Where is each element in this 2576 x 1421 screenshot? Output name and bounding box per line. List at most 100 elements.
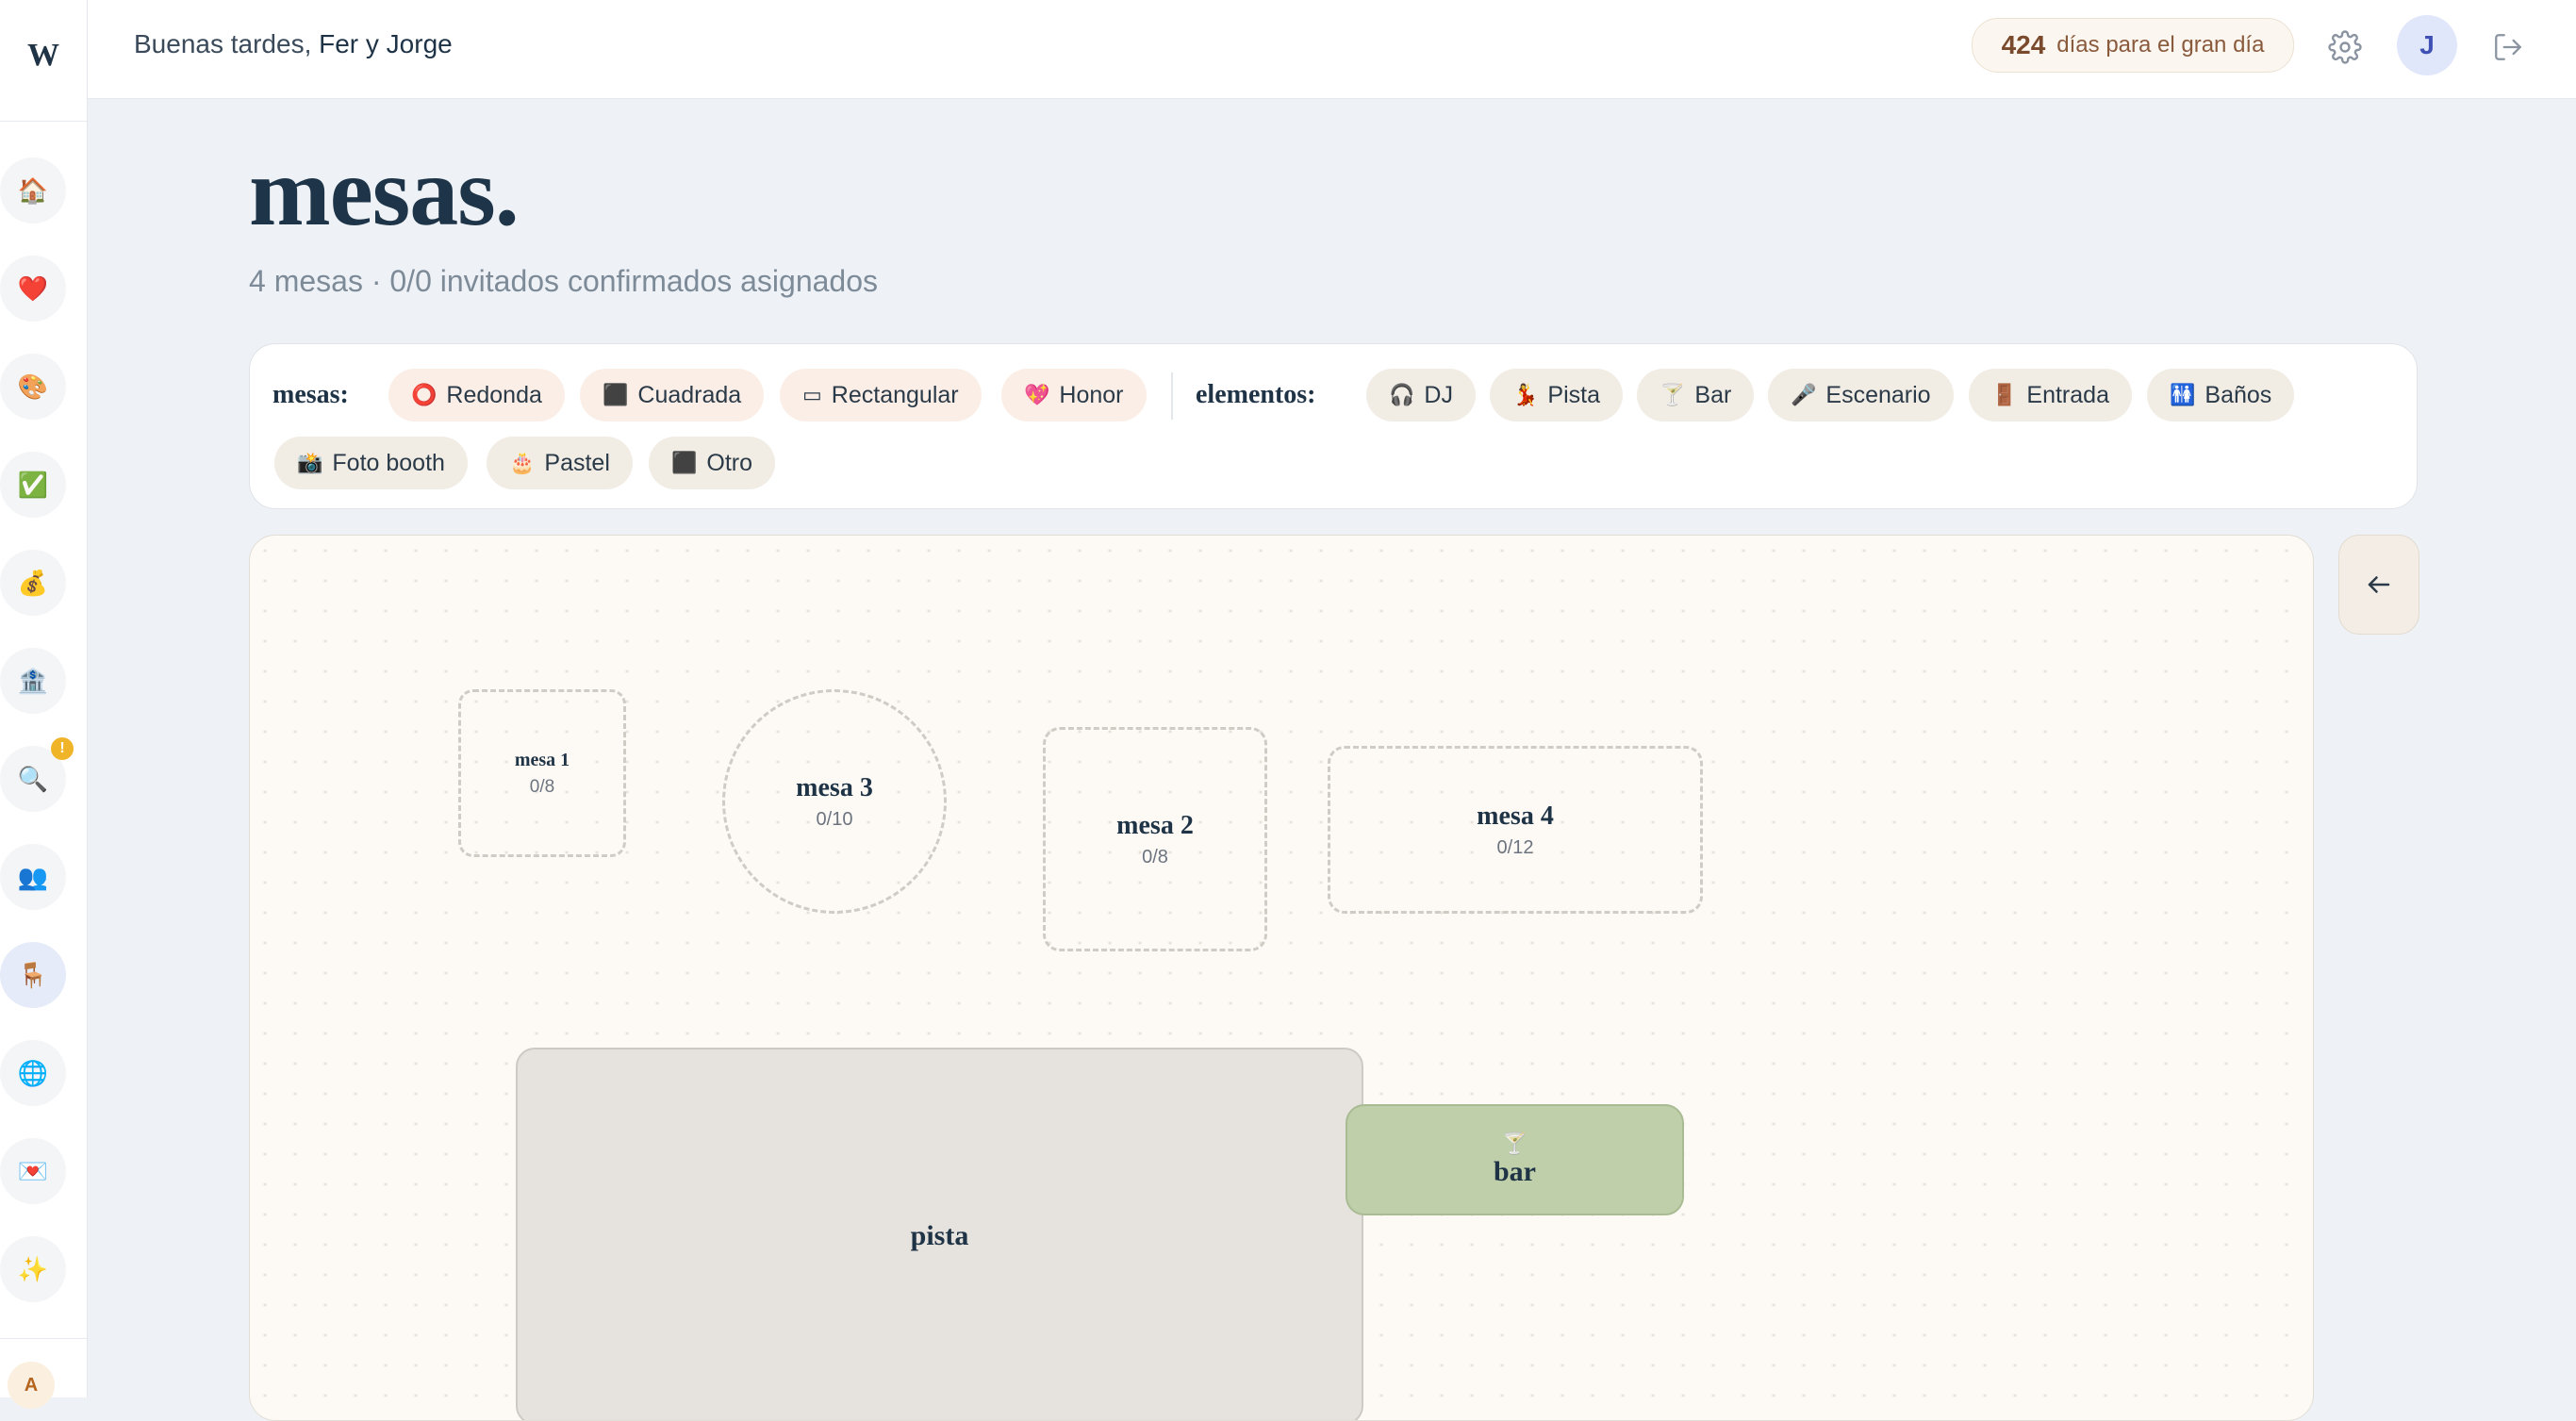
- people-icon: 👥: [17, 862, 49, 891]
- table-seat-count: 0/10: [816, 808, 853, 830]
- cocktail-icon: 🍸: [1501, 1132, 1528, 1155]
- element-name: pista: [910, 1220, 969, 1251]
- sparkles-icon: ✨: [17, 1254, 49, 1283]
- table-seat-count: 0/12: [1496, 836, 1534, 858]
- money-bag-icon: 💰: [17, 568, 49, 597]
- add-dancefloor-button[interactable]: 💃 Pista: [1490, 369, 1623, 421]
- square-icon: ⬛: [603, 383, 629, 406]
- camera-icon: 📸: [297, 451, 323, 474]
- chip-label: Entrada: [2026, 381, 2109, 408]
- user-chip[interactable]: A: [8, 1362, 55, 1409]
- dancer-icon: 💃: [1512, 383, 1539, 406]
- dancefloor-element[interactable]: pista: [516, 1048, 1363, 1420]
- seating-canvas[interactable]: mesa 1 0/8 mesa 3 0/10 mesa 2 0/8 mesa 4…: [249, 535, 2314, 1421]
- table-name: mesa 2: [1116, 810, 1194, 840]
- chip-label: Otro: [706, 449, 753, 476]
- sidebar-item-seating[interactable]: 🪑: [0, 942, 66, 1008]
- door-icon: 🚪: [1991, 383, 2018, 406]
- add-cake-button[interactable]: 🎂 Pastel: [487, 437, 633, 489]
- avatar[interactable]: J: [2397, 15, 2457, 75]
- chip-label: Pastel: [544, 449, 610, 476]
- search-icon: 🔍: [17, 764, 49, 793]
- notification-badge: !: [51, 737, 74, 760]
- add-bar-button[interactable]: 🍸 Bar: [1637, 369, 1755, 421]
- greeting: Buenas tardes, Fer y Jorge: [134, 29, 453, 59]
- heart-icon: 💖: [1024, 383, 1050, 406]
- bar-element[interactable]: 🍸 bar: [1346, 1104, 1684, 1215]
- chip-label: Escenario: [1825, 381, 1931, 408]
- add-round-table-button[interactable]: ⭕ Redonda: [388, 369, 565, 421]
- love-letter-icon: 💌: [17, 1156, 49, 1185]
- add-square-table-button[interactable]: ⬛ Cuadrada: [580, 369, 765, 421]
- chip-label: Redonda: [446, 381, 542, 408]
- square-icon: ⬛: [671, 451, 698, 474]
- chip-label: Baños: [2204, 381, 2272, 408]
- add-rectangular-table-button[interactable]: ▭ Rectangular: [780, 369, 982, 421]
- sidebar-item-extras[interactable]: ✨: [0, 1236, 66, 1302]
- countdown-text: días para el gran día: [2056, 32, 2265, 58]
- checklist-icon: ✅: [17, 470, 49, 499]
- table-name: mesa 3: [796, 772, 873, 802]
- sidebar-item-home[interactable]: 🏠: [0, 157, 66, 223]
- chip-label: DJ: [1424, 381, 1453, 408]
- table-name: mesa 1: [514, 749, 570, 770]
- table-seat-count: 0/8: [1142, 846, 1168, 867]
- sidebar-divider: [0, 121, 87, 122]
- couple-names: Fer y Jorge: [319, 29, 453, 58]
- sidebar-item-heart[interactable]: ❤️: [0, 256, 66, 322]
- table-seat-count: 0/8: [529, 776, 555, 797]
- settings-button[interactable]: [2319, 21, 2371, 74]
- sidebar-item-checklist[interactable]: ✅: [0, 452, 66, 518]
- sidebar-item-palette[interactable]: 🎨: [0, 354, 66, 420]
- elements-group-label: elementos:: [1196, 380, 1316, 409]
- sidebar-item-guests[interactable]: 👥: [0, 844, 66, 910]
- greeting-text: Buenas tardes,: [134, 29, 312, 58]
- cocktail-icon: 🍸: [1660, 383, 1686, 406]
- rectangle-icon: ▭: [802, 383, 822, 406]
- sidebar-item-invitations[interactable]: 💌: [0, 1138, 66, 1204]
- toolbar-divider: [1171, 372, 1173, 420]
- chip-label: Cuadrada: [637, 381, 742, 408]
- page-subtitle: 4 mesas · 0/0 invitados confirmados asig…: [249, 264, 879, 298]
- arrow-left-icon: [2368, 576, 2390, 593]
- add-items-toolbar: mesas: ⭕ Redonda ⬛ Cuadrada ▭ Rectangula…: [249, 343, 2418, 509]
- add-stage-button[interactable]: 🎤 Escenario: [1768, 369, 1954, 421]
- sidebar-item-budget[interactable]: 💰: [0, 550, 66, 616]
- logout-icon: [2495, 34, 2521, 60]
- palette-icon: 🎨: [17, 372, 49, 401]
- app-logo[interactable]: W: [0, 0, 87, 111]
- add-restrooms-button[interactable]: 🚻 Baños: [2147, 369, 2295, 421]
- chip-label: Honor: [1059, 381, 1124, 408]
- sidebar-bottom-divider: [0, 1338, 87, 1339]
- table-mesa-1[interactable]: mesa 1 0/8: [458, 689, 626, 857]
- table-mesa-2[interactable]: mesa 2 0/8: [1043, 727, 1267, 951]
- add-entrance-button[interactable]: 🚪 Entrada: [1969, 369, 2132, 421]
- circle-icon: ⭕: [411, 383, 438, 406]
- headphones-icon: 🎧: [1389, 383, 1415, 406]
- table-mesa-4[interactable]: mesa 4 0/12: [1328, 746, 1703, 914]
- microphone-icon: 🎤: [1791, 383, 1817, 406]
- globe-icon: 🌐: [17, 1058, 49, 1087]
- element-name: bar: [1494, 1156, 1536, 1187]
- sidebar-item-website[interactable]: 🌐: [0, 1040, 66, 1106]
- chip-label: Pista: [1547, 381, 1600, 408]
- add-other-button[interactable]: ⬛ Otro: [649, 437, 776, 489]
- heart-icon: ❤️: [17, 273, 49, 303]
- chip-label: Bar: [1694, 381, 1732, 408]
- sidebar-item-venue[interactable]: 🏦: [0, 648, 66, 714]
- page-title: mesas.: [249, 138, 520, 246]
- add-honor-table-button[interactable]: 💖 Honor: [1001, 369, 1147, 421]
- home-icon: 🏠: [17, 175, 49, 205]
- countdown-number: 424: [2001, 30, 2046, 59]
- cake-icon: 🎂: [509, 451, 536, 474]
- logout-button[interactable]: [2482, 21, 2535, 74]
- chip-label: Foto booth: [332, 449, 445, 476]
- table-name: mesa 4: [1477, 801, 1554, 831]
- add-photo-booth-button[interactable]: 📸 Foto booth: [274, 437, 468, 489]
- add-dj-button[interactable]: 🎧 DJ: [1366, 369, 1476, 421]
- tables-group-label: mesas:: [272, 380, 349, 409]
- collapse-panel-button[interactable]: [2338, 535, 2419, 635]
- gear-icon: [2328, 30, 2362, 64]
- chair-icon: 🪑: [17, 960, 49, 989]
- table-mesa-3[interactable]: mesa 3 0/10: [722, 689, 947, 914]
